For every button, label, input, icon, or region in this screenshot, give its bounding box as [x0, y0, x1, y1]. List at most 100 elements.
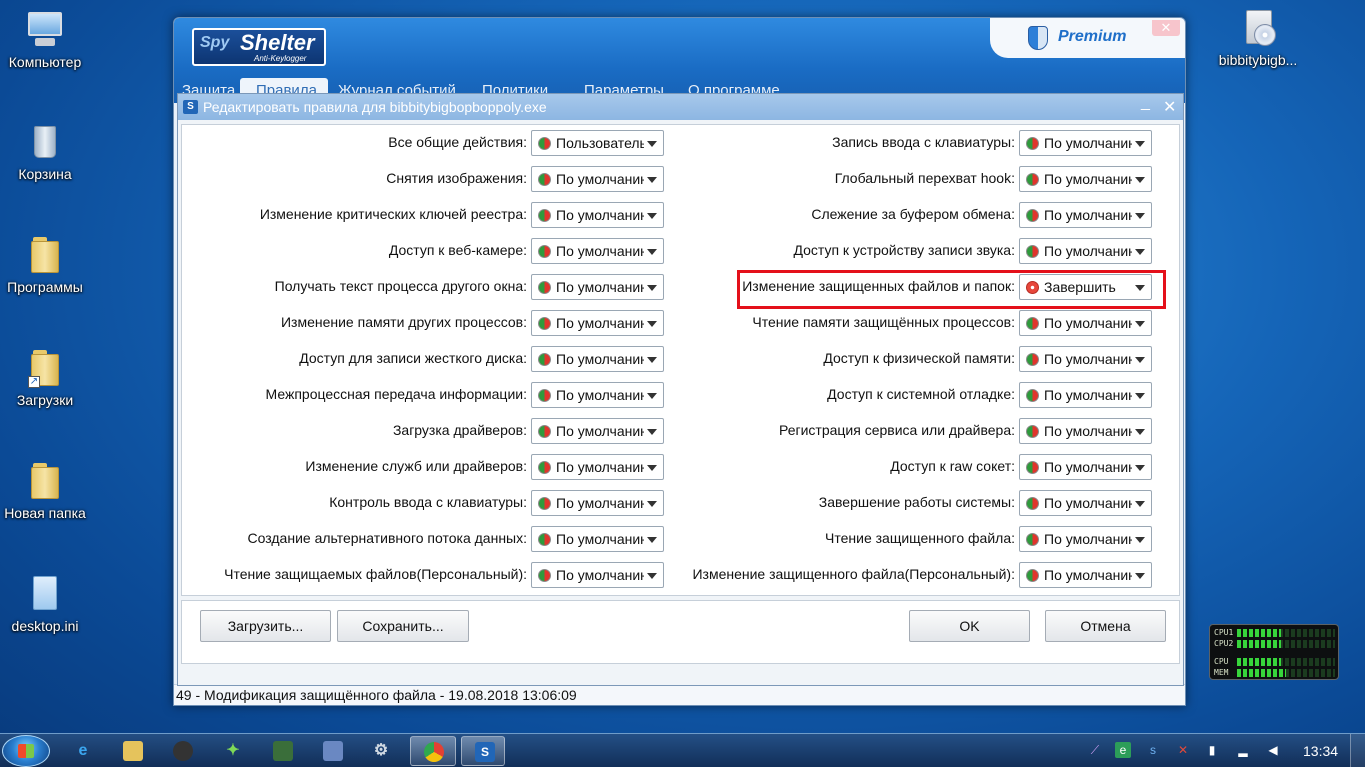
rule-select[interactable]: По умолчанию	[531, 274, 664, 300]
rule-select[interactable]: По умолчанию	[1019, 382, 1152, 408]
status-dot-icon	[1026, 425, 1039, 438]
folder-icon	[25, 235, 65, 275]
desktop-icon-new-folder[interactable]: Новая папка	[0, 461, 90, 521]
start-button[interactable]	[2, 735, 50, 767]
rule-select[interactable]: По умолчанию	[531, 562, 664, 588]
taskbar-app-4[interactable]	[310, 736, 356, 766]
rule-select[interactable]: По умолчанию	[1019, 418, 1152, 444]
status-dot-icon	[538, 317, 551, 330]
desktop-icon-label: Корзина	[18, 166, 72, 182]
gadget-label: MEM	[1214, 668, 1229, 677]
rule-label: Изменение служб или драйверов:	[305, 458, 527, 474]
rule-select[interactable]: По умолчанию	[1019, 202, 1152, 228]
rule-select[interactable]: По умолчанию	[531, 310, 664, 336]
rule-select-value: По умолчанию	[556, 423, 644, 439]
taskbar-internet-explorer[interactable]: e	[60, 736, 106, 766]
tray-network-warning-icon[interactable]: ✕	[1175, 742, 1191, 758]
chevron-down-icon	[1135, 177, 1145, 183]
status-dot-icon	[1026, 461, 1039, 474]
chevron-down-icon	[647, 465, 657, 471]
tray-volume-icon[interactable]: ◀	[1265, 742, 1281, 758]
rule-select[interactable]: По умолчанию	[531, 202, 664, 228]
cancel-button[interactable]: Отмена	[1045, 610, 1166, 642]
desktop-icon-desktop-ini[interactable]: desktop.ini	[0, 574, 90, 634]
desktop-icon-computer[interactable]: Компьютер	[0, 10, 90, 70]
button-panel: Загрузить... Сохранить... OK Отмена	[181, 600, 1180, 664]
folder-icon	[25, 461, 65, 501]
chevron-down-icon	[647, 249, 657, 255]
load-button[interactable]: Загрузить...	[200, 610, 331, 642]
rule-select[interactable]: По умолчанию	[531, 382, 664, 408]
rule-label: Слежение за буфером обмена:	[811, 206, 1015, 222]
rule-select[interactable]: По умолчанию	[1019, 346, 1152, 372]
internet-explorer-icon: e	[78, 742, 88, 759]
taskbar-spyshelter[interactable]: S	[461, 736, 505, 766]
cpu-meter-gadget[interactable]: CPU1 CPU2 CPU MEM	[1209, 624, 1339, 680]
desktop-icon-label: desktop.ini	[11, 618, 79, 634]
chevron-down-icon	[647, 393, 657, 399]
rule-select-value: По умолчанию	[1044, 567, 1132, 583]
rule-select[interactable]: По умолчанию	[1019, 454, 1152, 480]
recycle-bin-icon	[25, 122, 65, 162]
status-dot-icon	[1026, 497, 1039, 510]
dialog-titlebar[interactable]: S Редактировать правила для bibbitybigbo…	[178, 94, 1183, 120]
taskbar-app-5[interactable]: ⚙	[358, 736, 404, 766]
minimize-button[interactable]: _	[1141, 94, 1150, 112]
chevron-down-icon	[647, 429, 657, 435]
rule-select[interactable]: По умолчанию	[531, 166, 664, 192]
rule-select[interactable]: По умолчанию	[1019, 490, 1152, 516]
rule-label: Доступ к веб-камере:	[388, 242, 527, 258]
desktop-icon-label: bibbitybigb...	[1218, 52, 1298, 68]
rule-label: Изменение критических ключей реестра:	[259, 206, 527, 222]
rule-select[interactable]: По умолчанию	[531, 454, 664, 480]
gear-icon: ⚙	[373, 742, 389, 759]
tray-battery-icon[interactable]: ▮	[1204, 742, 1220, 758]
tray-signal-icon[interactable]: ▂	[1235, 742, 1251, 758]
rule-select[interactable]: По умолчанию	[1019, 166, 1152, 192]
rule-select[interactable]: По умолчанию	[1019, 130, 1152, 156]
status-dot-icon	[1026, 389, 1039, 402]
rule-select-value: По умолчанию	[556, 279, 644, 295]
rule-select[interactable]: По умолчанию	[531, 490, 664, 516]
rule-select[interactable]: По умолчанию	[1019, 562, 1152, 588]
chevron-down-icon	[647, 501, 657, 507]
close-button[interactable]: ✕	[1163, 97, 1176, 117]
taskbar-app-2[interactable]: ✦	[210, 736, 256, 766]
main-close-button[interactable]: ✕	[1152, 20, 1180, 36]
tray-e-icon[interactable]: e	[1115, 742, 1131, 758]
rule-select[interactable]: Пользователь	[531, 130, 664, 156]
tray-feather-icon[interactable]: ⟋	[1087, 742, 1103, 758]
rule-select-value: По умолчанию	[1044, 495, 1132, 511]
tray-spyshelter-icon[interactable]: s	[1145, 742, 1161, 758]
desktop-icon-programs[interactable]: Программы	[0, 235, 90, 295]
taskbar-app-1[interactable]	[160, 736, 206, 766]
show-desktop-button[interactable]	[1350, 734, 1365, 767]
ok-button[interactable]: OK	[909, 610, 1030, 642]
rule-label: Завершение работы системы:	[818, 494, 1015, 510]
rule-select[interactable]: По умолчанию	[1019, 238, 1152, 264]
chevron-down-icon	[647, 213, 657, 219]
rule-select[interactable]: По умолчанию	[531, 418, 664, 444]
status-dot-icon	[1026, 533, 1039, 546]
desktop-icon-recycle-bin[interactable]: Корзина	[0, 122, 90, 182]
rule-select[interactable]: По умолчанию	[531, 346, 664, 372]
rule-select[interactable]: По умолчанию	[531, 526, 664, 552]
spyshelter-icon: S	[475, 742, 495, 762]
taskbar-chrome[interactable]	[410, 736, 456, 766]
rule-label: Загрузка драйверов:	[392, 422, 527, 438]
taskbar-explorer[interactable]	[110, 736, 156, 766]
taskbar-app-3[interactable]	[260, 736, 306, 766]
taskbar-clock[interactable]: 13:34	[1303, 743, 1338, 759]
rule-select[interactable]: По умолчанию	[1019, 310, 1152, 336]
chevron-down-icon	[1135, 465, 1145, 471]
rule-label: Получать текст процесса другого окна:	[274, 278, 527, 294]
rule-select[interactable]: По умолчанию	[1019, 526, 1152, 552]
chevron-down-icon	[647, 141, 657, 147]
save-button[interactable]: Сохранить...	[337, 610, 469, 642]
chevron-down-icon	[647, 357, 657, 363]
rule-label: Доступ для записи жесткого диска:	[299, 350, 527, 366]
rule-select[interactable]: По умолчанию	[531, 238, 664, 264]
desktop-icon-downloads[interactable]: ↗ Загрузки	[0, 348, 90, 408]
rule-select-value: По умолчанию	[556, 459, 644, 475]
desktop-icon-bibbity[interactable]: bibbitybigb...	[1208, 8, 1308, 68]
